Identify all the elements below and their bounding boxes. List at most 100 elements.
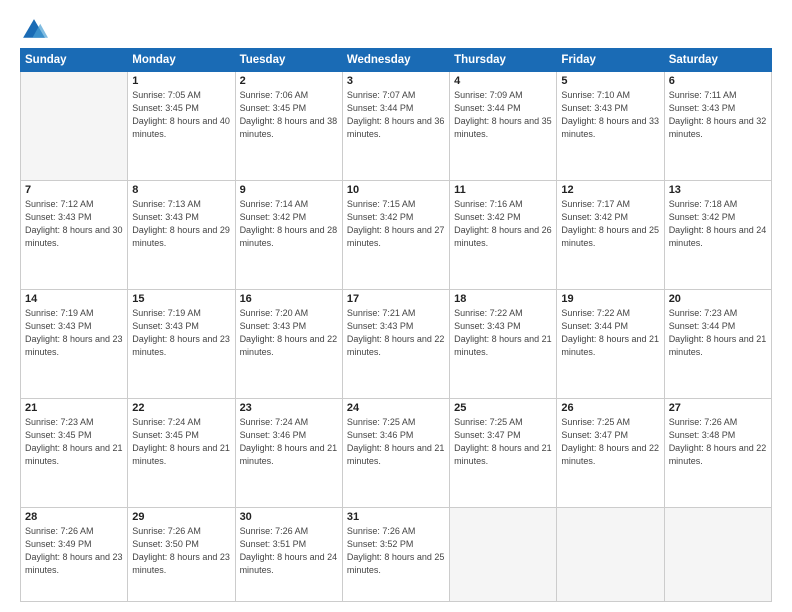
sun-info: Sunrise: 7:26 AMSunset: 3:49 PMDaylight:… xyxy=(25,525,123,577)
calendar-cell xyxy=(557,507,664,601)
day-number: 23 xyxy=(240,402,338,414)
calendar-cell: 25 Sunrise: 7:25 AMSunset: 3:47 PMDayligh… xyxy=(450,398,557,507)
sun-info: Sunrise: 7:25 AMSunset: 3:47 PMDaylight:… xyxy=(561,416,659,468)
day-number: 18 xyxy=(454,293,552,305)
sun-info: Sunrise: 7:14 AMSunset: 3:42 PMDaylight:… xyxy=(240,198,338,250)
day-number: 20 xyxy=(669,293,767,305)
calendar-cell: 12 Sunrise: 7:17 AMSunset: 3:42 PMDayligh… xyxy=(557,180,664,289)
day-number: 29 xyxy=(132,511,230,523)
sun-info: Sunrise: 7:23 AMSunset: 3:44 PMDaylight:… xyxy=(669,307,767,359)
day-number: 13 xyxy=(669,184,767,196)
calendar-cell: 4 Sunrise: 7:09 AMSunset: 3:44 PMDaylight… xyxy=(450,72,557,181)
sun-info: Sunrise: 7:11 AMSunset: 3:43 PMDaylight:… xyxy=(669,89,767,141)
day-number: 27 xyxy=(669,402,767,414)
calendar-header-friday: Friday xyxy=(557,49,664,72)
sun-info: Sunrise: 7:17 AMSunset: 3:42 PMDaylight:… xyxy=(561,198,659,250)
calendar-header-sunday: Sunday xyxy=(21,49,128,72)
page: SundayMondayTuesdayWednesdayThursdayFrid… xyxy=(0,0,792,612)
day-number: 30 xyxy=(240,511,338,523)
sun-info: Sunrise: 7:26 AMSunset: 3:50 PMDaylight:… xyxy=(132,525,230,577)
sun-info: Sunrise: 7:24 AMSunset: 3:46 PMDaylight:… xyxy=(240,416,338,468)
sun-info: Sunrise: 7:23 AMSunset: 3:45 PMDaylight:… xyxy=(25,416,123,468)
calendar-header-monday: Monday xyxy=(128,49,235,72)
day-number: 7 xyxy=(25,184,123,196)
calendar-cell xyxy=(664,507,771,601)
sun-info: Sunrise: 7:15 AMSunset: 3:42 PMDaylight:… xyxy=(347,198,445,250)
day-number: 25 xyxy=(454,402,552,414)
calendar-cell: 15 Sunrise: 7:19 AMSunset: 3:43 PMDayligh… xyxy=(128,289,235,398)
calendar-cell: 26 Sunrise: 7:25 AMSunset: 3:47 PMDayligh… xyxy=(557,398,664,507)
sun-info: Sunrise: 7:06 AMSunset: 3:45 PMDaylight:… xyxy=(240,89,338,141)
day-number: 24 xyxy=(347,402,445,414)
day-number: 12 xyxy=(561,184,659,196)
sun-info: Sunrise: 7:18 AMSunset: 3:42 PMDaylight:… xyxy=(669,198,767,250)
sun-info: Sunrise: 7:07 AMSunset: 3:44 PMDaylight:… xyxy=(347,89,445,141)
calendar-week-row: 7 Sunrise: 7:12 AMSunset: 3:43 PMDaylight… xyxy=(21,180,772,289)
calendar-cell: 20 Sunrise: 7:23 AMSunset: 3:44 PMDayligh… xyxy=(664,289,771,398)
calendar-header-row: SundayMondayTuesdayWednesdayThursdayFrid… xyxy=(21,49,772,72)
sun-info: Sunrise: 7:19 AMSunset: 3:43 PMDaylight:… xyxy=(132,307,230,359)
day-number: 10 xyxy=(347,184,445,196)
calendar-week-row: 14 Sunrise: 7:19 AMSunset: 3:43 PMDayligh… xyxy=(21,289,772,398)
calendar-cell: 10 Sunrise: 7:15 AMSunset: 3:42 PMDayligh… xyxy=(342,180,449,289)
calendar-cell: 31Sunrise: 7:26 AMSunset: 3:52 PMDayligh… xyxy=(342,507,449,601)
day-number: 4 xyxy=(454,75,552,87)
sun-info: Sunrise: 7:24 AMSunset: 3:45 PMDaylight:… xyxy=(132,416,230,468)
sun-info: Sunrise: 7:26 AMSunset: 3:48 PMDaylight:… xyxy=(669,416,767,468)
day-number: 19 xyxy=(561,293,659,305)
day-number: 8 xyxy=(132,184,230,196)
calendar-cell: 11 Sunrise: 7:16 AMSunset: 3:42 PMDayligh… xyxy=(450,180,557,289)
calendar-cell: 13 Sunrise: 7:18 AMSunset: 3:42 PMDayligh… xyxy=(664,180,771,289)
header xyxy=(20,16,772,44)
sun-info: Sunrise: 7:20 AMSunset: 3:43 PMDaylight:… xyxy=(240,307,338,359)
calendar-header-saturday: Saturday xyxy=(664,49,771,72)
calendar-cell: 29 Sunrise: 7:26 AMSunset: 3:50 PMDayligh… xyxy=(128,507,235,601)
calendar-cell: 17 Sunrise: 7:21 AMSunset: 3:43 PMDayligh… xyxy=(342,289,449,398)
sun-info: Sunrise: 7:12 AMSunset: 3:43 PMDaylight:… xyxy=(25,198,123,250)
logo xyxy=(20,16,52,44)
calendar-header-wednesday: Wednesday xyxy=(342,49,449,72)
day-number: 2 xyxy=(240,75,338,87)
sun-info: Sunrise: 7:22 AMSunset: 3:43 PMDaylight:… xyxy=(454,307,552,359)
day-number: 11 xyxy=(454,184,552,196)
calendar-cell: 3 Sunrise: 7:07 AMSunset: 3:44 PMDaylight… xyxy=(342,72,449,181)
calendar-table: SundayMondayTuesdayWednesdayThursdayFrid… xyxy=(20,48,772,602)
sun-info: Sunrise: 7:25 AMSunset: 3:46 PMDaylight:… xyxy=(347,416,445,468)
calendar-cell: 7 Sunrise: 7:12 AMSunset: 3:43 PMDaylight… xyxy=(21,180,128,289)
calendar-cell: 21 Sunrise: 7:23 AMSunset: 3:45 PMDayligh… xyxy=(21,398,128,507)
day-number: 16 xyxy=(240,293,338,305)
calendar-cell: 23 Sunrise: 7:24 AMSunset: 3:46 PMDayligh… xyxy=(235,398,342,507)
day-number: 17 xyxy=(347,293,445,305)
calendar-week-row: 1 Sunrise: 7:05 AMSunset: 3:45 PMDaylight… xyxy=(21,72,772,181)
calendar-cell: 14Sunrise: 7:19 AMSunset: 3:43 PMDayligh… xyxy=(21,289,128,398)
calendar-cell: 8Sunrise: 7:13 AMSunset: 3:43 PMDaylight… xyxy=(128,180,235,289)
calendar-cell: 5 Sunrise: 7:10 AMSunset: 3:43 PMDaylight… xyxy=(557,72,664,181)
day-number: 21 xyxy=(25,402,123,414)
sun-info: Sunrise: 7:10 AMSunset: 3:43 PMDaylight:… xyxy=(561,89,659,141)
day-number: 14 xyxy=(25,293,123,305)
sun-info: Sunrise: 7:25 AMSunset: 3:47 PMDaylight:… xyxy=(454,416,552,468)
logo-icon xyxy=(20,16,48,44)
sun-info: Sunrise: 7:05 AMSunset: 3:45 PMDaylight:… xyxy=(132,89,230,141)
day-number: 22 xyxy=(132,402,230,414)
calendar-cell: 16 Sunrise: 7:20 AMSunset: 3:43 PMDayligh… xyxy=(235,289,342,398)
calendar-cell: 1 Sunrise: 7:05 AMSunset: 3:45 PMDaylight… xyxy=(128,72,235,181)
calendar-cell: 30Sunrise: 7:26 AMSunset: 3:51 PMDayligh… xyxy=(235,507,342,601)
calendar-cell xyxy=(450,507,557,601)
day-number: 15 xyxy=(132,293,230,305)
day-number: 1 xyxy=(132,75,230,87)
sun-info: Sunrise: 7:09 AMSunset: 3:44 PMDaylight:… xyxy=(454,89,552,141)
day-number: 5 xyxy=(561,75,659,87)
calendar-cell: 19 Sunrise: 7:22 AMSunset: 3:44 PMDayligh… xyxy=(557,289,664,398)
calendar-cell: 2 Sunrise: 7:06 AMSunset: 3:45 PMDaylight… xyxy=(235,72,342,181)
calendar-cell: 27 Sunrise: 7:26 AMSunset: 3:48 PMDayligh… xyxy=(664,398,771,507)
day-number: 31 xyxy=(347,511,445,523)
sun-info: Sunrise: 7:16 AMSunset: 3:42 PMDaylight:… xyxy=(454,198,552,250)
day-number: 3 xyxy=(347,75,445,87)
calendar-cell: 9Sunrise: 7:14 AMSunset: 3:42 PMDaylight… xyxy=(235,180,342,289)
calendar-cell: 18 Sunrise: 7:22 AMSunset: 3:43 PMDayligh… xyxy=(450,289,557,398)
day-number: 26 xyxy=(561,402,659,414)
sun-info: Sunrise: 7:21 AMSunset: 3:43 PMDaylight:… xyxy=(347,307,445,359)
sun-info: Sunrise: 7:22 AMSunset: 3:44 PMDaylight:… xyxy=(561,307,659,359)
calendar-cell xyxy=(21,72,128,181)
